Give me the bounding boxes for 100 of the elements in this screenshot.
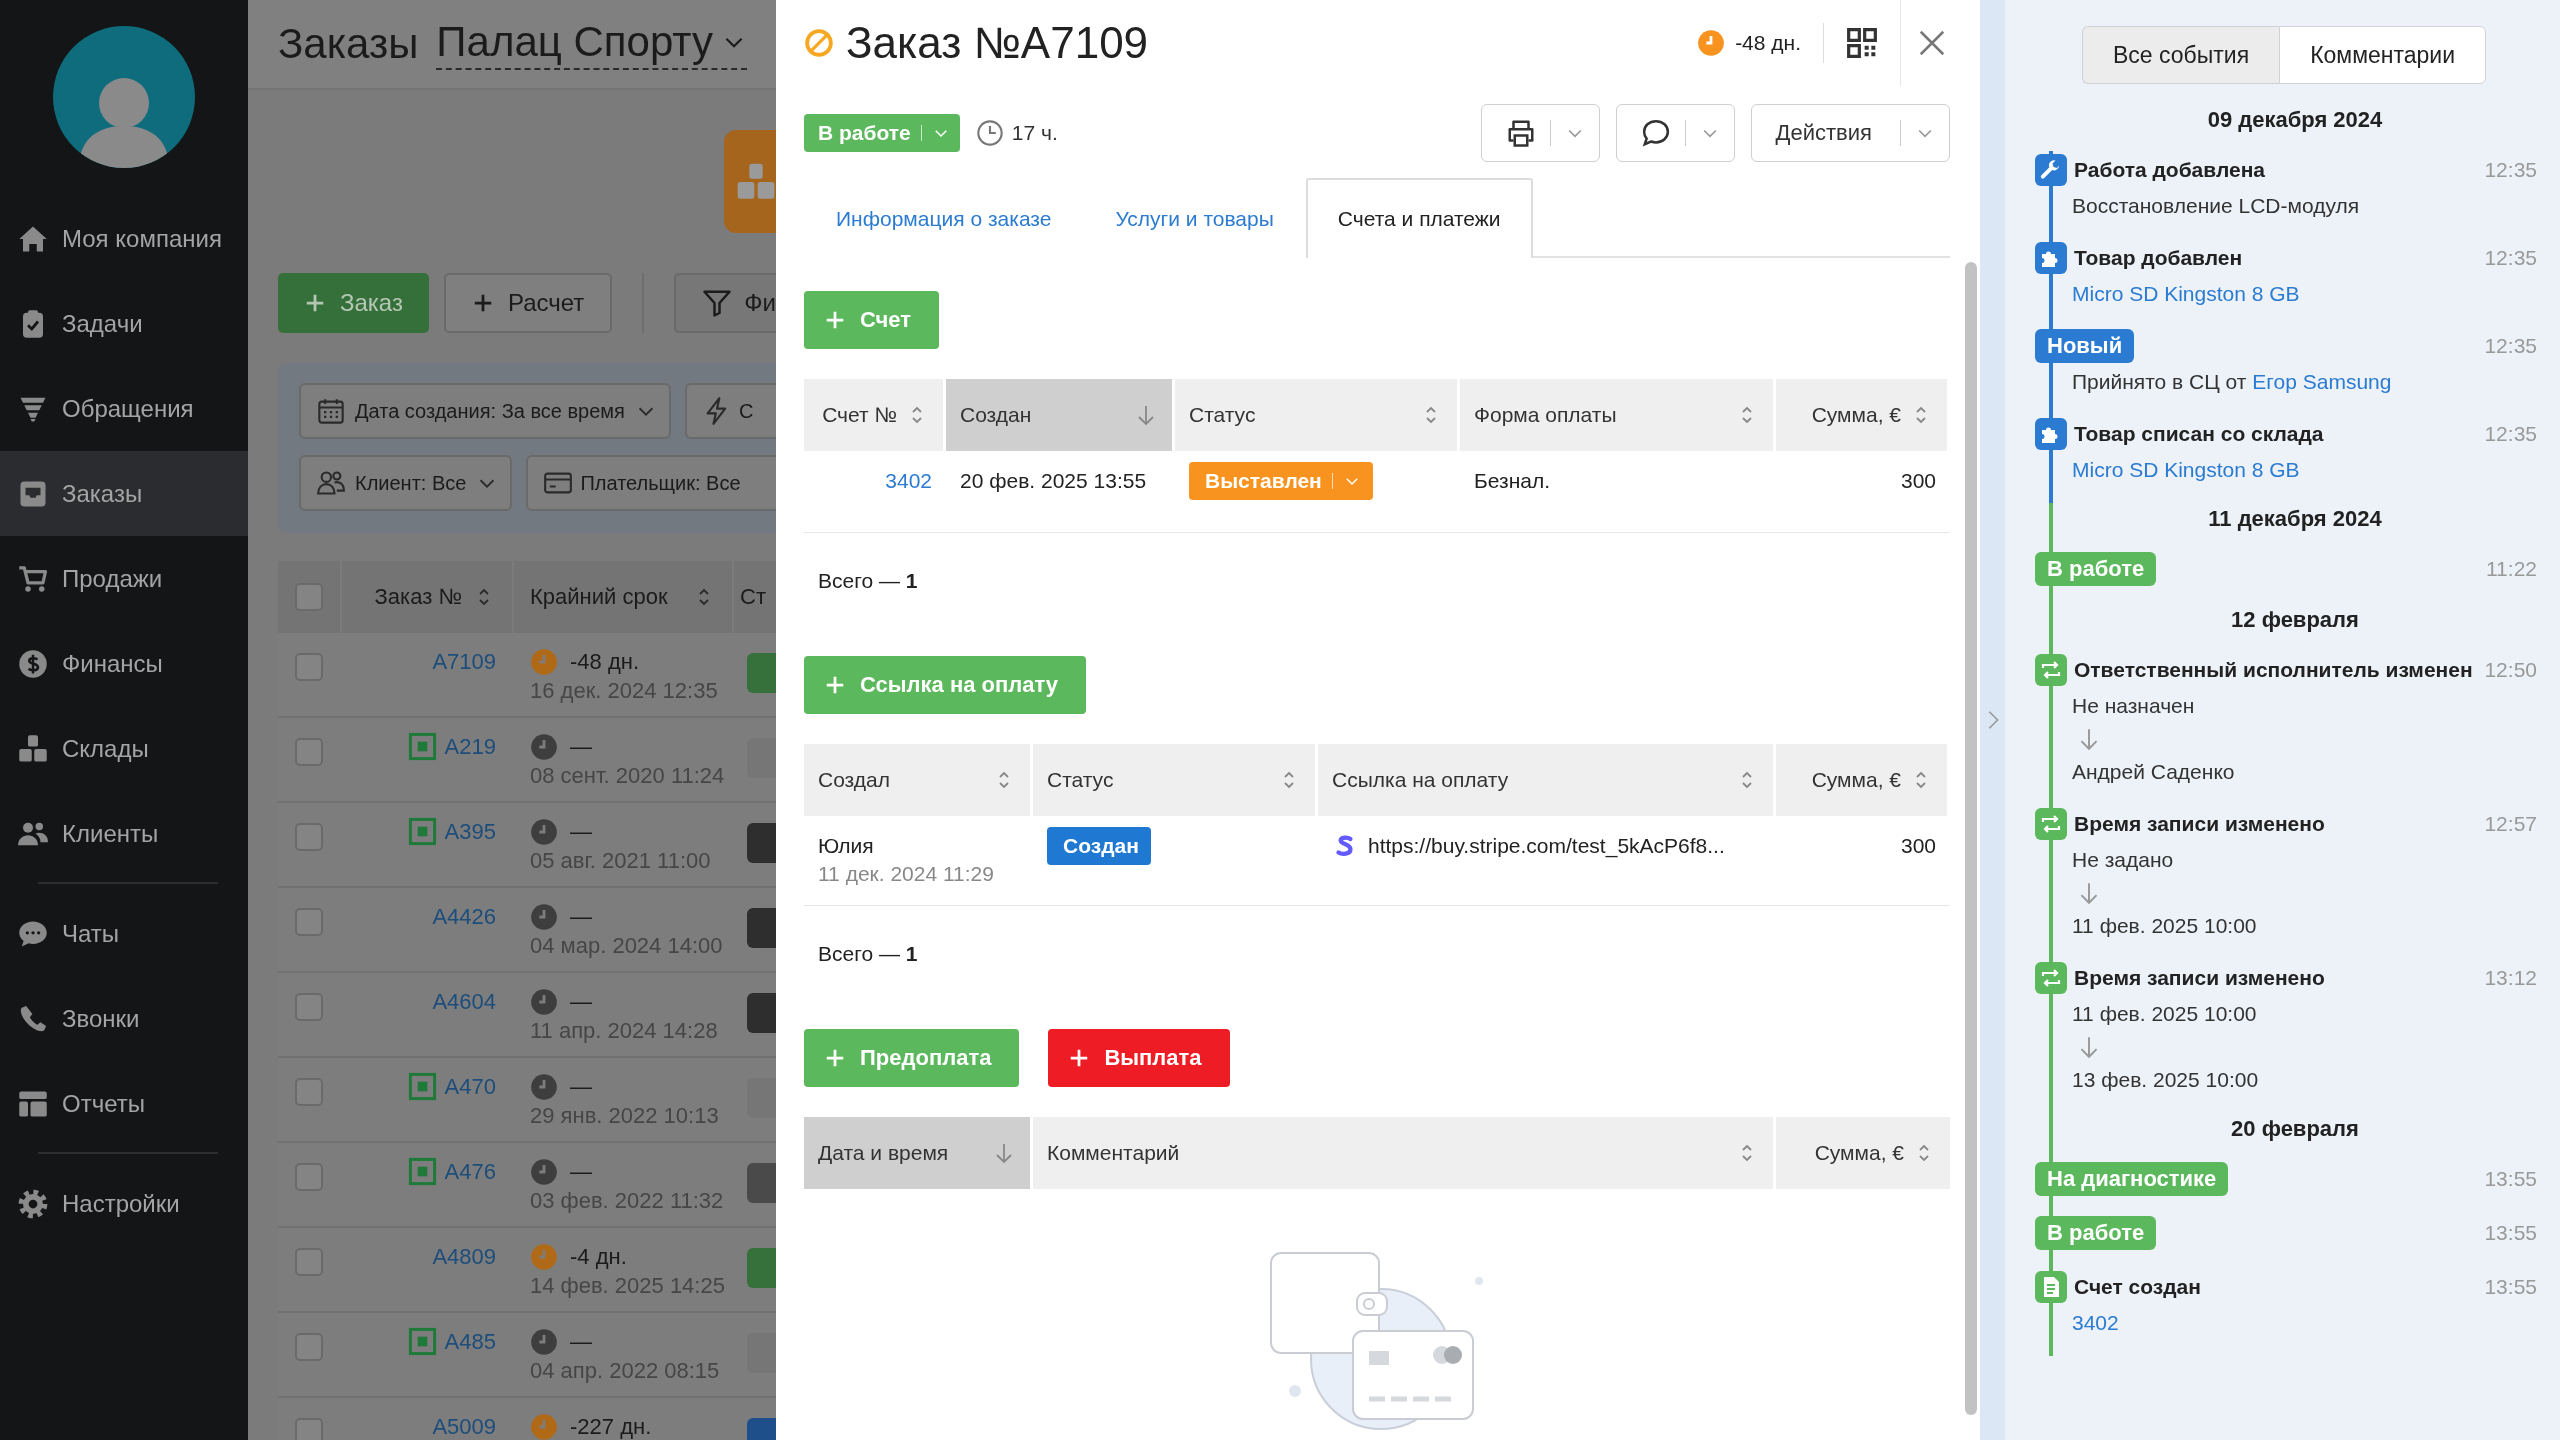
status-badge: Новый [2035,329,2135,363]
filter-chip[interactable]: Дата создания: За все время [299,383,671,439]
column-header[interactable]: Форма оплаты [1460,379,1776,451]
status-duration: 17 ч. [1011,121,1058,145]
event-time: 13:55 [2483,1275,2537,1299]
filter-chip[interactable]: Клиент: Все [299,455,513,511]
event-link[interactable]: Micro SD Kingston 8 GB [2072,453,2300,487]
checkbox[interactable] [295,653,323,681]
chat-icon [18,918,48,949]
status-badge[interactable]: Создан [1047,827,1151,865]
event-link[interactable]: 3402 [2072,1306,2119,1340]
add-button[interactable]: Расчет [443,273,613,333]
column-header[interactable]: Статус [1033,744,1318,816]
sidebar-item[interactable]: Задачи [0,281,248,366]
sidebar-item[interactable]: Звонки [0,976,248,1061]
status-badge[interactable] [747,993,776,1033]
deadline-text: — [570,1328,592,1356]
status-badge: На диагностике [2035,1162,2229,1196]
column-header[interactable]: Сумма, € [1776,744,1950,816]
print-button[interactable] [1480,104,1600,162]
column-header[interactable]: Создал [804,744,1033,816]
event-title: Время записи изменено [2074,812,2326,836]
qr-code-button[interactable] [1846,27,1878,59]
add-payment-link-button[interactable]: Ссылка на оплату [804,656,1087,714]
event-time: 12:50 [2483,658,2537,682]
filter-chip[interactable]: Плательщик: Все [526,455,776,511]
status-dropdown[interactable]: Выставлен [1189,462,1373,500]
checkbox[interactable] [295,1333,323,1361]
column-header[interactable]: Комментарий [1033,1117,1776,1189]
status-badge[interactable] [747,1333,776,1373]
sidebar-item[interactable]: Склады [0,706,248,791]
filter-icon [702,288,733,318]
checkbox[interactable] [295,738,323,766]
filter-chip[interactable]: С [684,383,776,439]
status-badge[interactable] [747,908,776,948]
column-header[interactable]: Ссылка на оплату [1318,744,1776,816]
filter-tab[interactable]: Все события [2082,26,2280,84]
status-badge[interactable] [747,1248,776,1288]
filter-tab[interactable]: Комментарии [2279,26,2486,84]
checkbox[interactable] [295,823,323,851]
deadline-date: 14 фев. 2025 14:25 [530,1272,726,1300]
invoice-link[interactable]: 3402 [885,467,932,495]
date-heading: 12 февраля [2231,607,2359,632]
comment-button[interactable] [1615,104,1735,162]
deadline-text: — [570,903,592,931]
event-link[interactable]: Micro SD Kingston 8 GB [2072,277,2300,311]
checkbox[interactable] [295,1163,323,1191]
status-badge[interactable] [747,1078,776,1118]
event-time: 12:57 [2483,812,2537,836]
new-value: Андрей Саденко [2072,759,2235,785]
payment-link[interactable]: https://buy.stripe.com/test_5kAcP6f8... [1368,832,1725,860]
location-dropdown[interactable]: Палац Спорту [436,18,748,70]
column-header[interactable]: Статус [1175,379,1460,451]
status-dropdown[interactable]: В работе [804,114,960,152]
column-header[interactable]: Сумма, € [1776,379,1950,451]
qr-code-icon [1846,27,1878,59]
customer-link[interactable]: Егор Samsung [2252,370,2392,393]
checkbox[interactable] [295,1078,323,1106]
column-header[interactable]: Счет № [804,379,946,451]
sidebar-item[interactable]: Клиенты [0,791,248,876]
event-time: 13:55 [2483,1221,2537,1245]
event-text: Прийнято в СЦ от Егор Samsung [2072,369,2392,395]
sidebar-item[interactable]: Моя компания [0,196,248,281]
sidebar-item[interactable]: Обращения [0,366,248,451]
boxes-icon [736,161,776,202]
sidebar-item[interactable]: Финансы [0,621,248,706]
event-title: Ответственный исполнитель изменен [2074,658,2474,682]
new-value: 11 фев. 2025 10:00 [2072,913,2257,939]
status-badge[interactable] [747,1163,776,1203]
status-badge[interactable] [747,738,776,778]
checkbox[interactable] [295,1248,323,1276]
status-badge[interactable] [747,653,776,693]
checkbox[interactable] [295,908,323,936]
event-text: Восстановление LCD-модуля [2072,193,2360,219]
sidebar-item[interactable]: Настройки [0,1161,248,1246]
event-title: Счет создан [2074,1275,2202,1299]
filter-button[interactable]: Фи [674,273,776,333]
tab[interactable]: Счета и платежи [1305,178,1533,258]
sidebar-item[interactable]: Заказы [0,451,248,536]
scrollbar-thumb[interactable] [1965,262,1977,1415]
checkbox[interactable] [295,583,323,611]
add-button[interactable]: Заказ [278,273,429,333]
sidebar-item[interactable]: Чаты [0,891,248,976]
column-header[interactable]: Сумма, € [1776,1117,1950,1189]
date-heading: 09 декабря 2024 [2207,107,2383,132]
event-time: 13:12 [2483,966,2537,990]
checkbox[interactable] [295,1418,323,1440]
add-payout-button[interactable]: Выплата [1048,1029,1230,1087]
actions-dropdown[interactable]: Действия [1750,104,1950,162]
add-invoice-button[interactable]: Счет [804,291,940,349]
status-badge[interactable] [747,823,776,863]
boxes-button[interactable] [724,130,776,233]
total-count: Всего — 1 [817,941,919,967]
total-count: Всего — 1 [817,568,919,594]
column-header[interactable]: Дата и время [804,1117,1033,1189]
sidebar-item[interactable]: Продажи [0,536,248,621]
add-prepayment-button[interactable]: Предоплата [804,1029,1020,1087]
column-header[interactable]: Создан [946,379,1175,451]
checkbox[interactable] [295,993,323,1021]
sidebar-item[interactable]: Отчеты [0,1061,248,1146]
